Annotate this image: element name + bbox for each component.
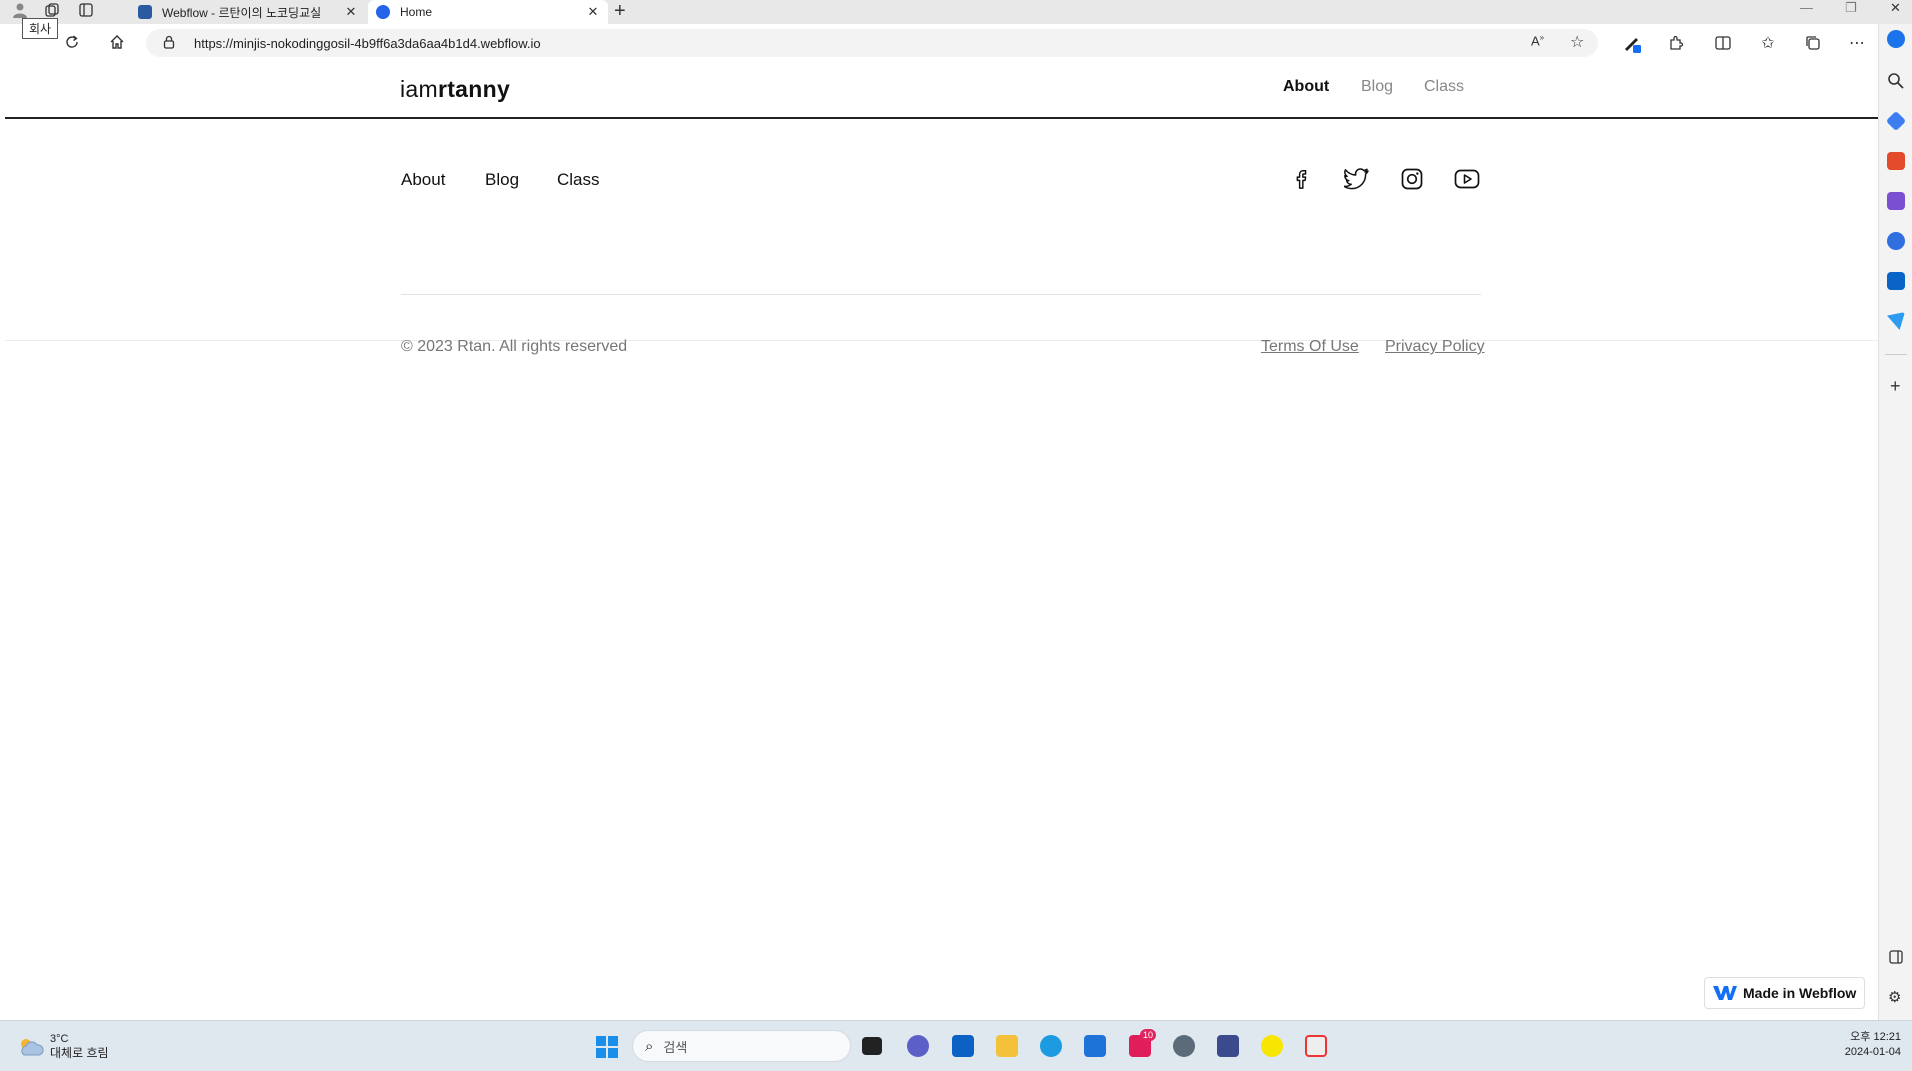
footer-divider xyxy=(401,294,1481,295)
favorites-icon[interactable]: ✩ xyxy=(1757,32,1779,54)
page-viewport: iamrtanny About Blog Class About Blog Cl… xyxy=(5,60,1878,1018)
clock-date: 2024-01-04 xyxy=(1844,1046,1901,1058)
extension-pen-icon[interactable] xyxy=(1621,32,1643,54)
weather-description: 대체로 흐림 xyxy=(50,1046,109,1060)
search-placeholder: 검색 xyxy=(663,1039,688,1055)
split-screen-icon[interactable] xyxy=(1712,32,1734,54)
more-options-icon[interactable]: ⋯ xyxy=(1846,32,1868,54)
close-icon[interactable]: ✕ xyxy=(344,4,358,20)
games-icon[interactable] xyxy=(1887,192,1905,210)
remote-desktop-icon[interactable] xyxy=(1217,1035,1239,1057)
site-logo[interactable]: iamrtanny xyxy=(400,76,510,103)
new-tab-icon[interactable]: + xyxy=(614,0,626,22)
made-in-webflow-label: Made in Webflow xyxy=(1743,985,1857,1001)
read-aloud-icon[interactable]: A» xyxy=(1531,33,1544,48)
window-close-icon[interactable]: ✕ xyxy=(1890,0,1901,16)
minimize-icon[interactable]: — xyxy=(1800,0,1813,15)
made-in-webflow-badge[interactable]: Made in Webflow xyxy=(1704,977,1865,1009)
copilot-icon[interactable] xyxy=(1887,30,1905,48)
profile-tooltip: 회사 xyxy=(22,18,59,39)
kakaotalk-icon[interactable] xyxy=(1261,1035,1283,1057)
task-view-icon[interactable] xyxy=(862,1037,882,1055)
lock-icon[interactable] xyxy=(163,35,175,54)
shopping-tag-icon[interactable] xyxy=(1885,110,1907,132)
address-toolbar: https://minjis-nokodinggosil-4b9ff6a3da6… xyxy=(0,24,1912,60)
collections-icon[interactable] xyxy=(1802,32,1824,54)
taskbar-search[interactable]: ⌕ 검색 xyxy=(632,1030,851,1062)
tab-title: Home xyxy=(400,5,433,19)
browser-tab-bar: Webflow - 르탄이의 노코딩교실 ✕ Home ✕ + — ❐ ✕ xyxy=(0,0,1912,24)
logo-bold-text: rtanny xyxy=(437,76,511,102)
facebook-icon[interactable] xyxy=(1286,164,1316,194)
site-header: iamrtanny About Blog Class xyxy=(5,60,1878,119)
tab-home[interactable]: Home ✕ xyxy=(368,0,608,24)
windows-taskbar: 3°C 대체로 흐림 ⌕ 검색 10 오후 12:21 2024-01-04 xyxy=(0,1020,1912,1071)
favorite-star-icon[interactable]: ☆ xyxy=(1570,32,1584,52)
logo-light-text: iam xyxy=(400,76,438,102)
sidebar-divider xyxy=(1885,354,1907,355)
notification-count-badge: 10 xyxy=(1140,1029,1157,1041)
youtube-icon[interactable] xyxy=(1452,164,1482,194)
mail-icon[interactable] xyxy=(1084,1035,1106,1057)
privacy-policy-link[interactable]: Privacy Policy xyxy=(1385,338,1485,356)
add-icon[interactable]: + xyxy=(1890,376,1901,397)
footer-nav-class[interactable]: Class xyxy=(557,170,600,190)
system-clock[interactable]: 오후 12:21 2024-01-04 xyxy=(1835,1030,1901,1060)
copyright-text: © 2023 Rtan. All rights reserved xyxy=(401,338,628,355)
browser-sidebar: + ⚙ xyxy=(1878,24,1912,1020)
header-nav-blog[interactable]: Blog xyxy=(1361,78,1393,96)
webflow-favicon-icon xyxy=(138,5,152,19)
close-icon[interactable]: ✕ xyxy=(586,4,600,20)
microsoft-store-icon[interactable] xyxy=(952,1035,974,1057)
tools-icon[interactable] xyxy=(1887,152,1905,170)
settings-gear-icon[interactable]: ⚙ xyxy=(1888,988,1901,1006)
settings-icon[interactable] xyxy=(1173,1035,1195,1057)
file-explorer-icon[interactable] xyxy=(996,1035,1018,1057)
header-nav-class[interactable]: Class xyxy=(1424,78,1464,96)
search-icon[interactable] xyxy=(1887,72,1905,90)
edge-browser-icon[interactable] xyxy=(1040,1035,1062,1057)
refresh-icon[interactable] xyxy=(62,32,82,52)
address-bar[interactable]: https://minjis-nokodinggosil-4b9ff6a3da6… xyxy=(146,29,1598,57)
workspaces-icon[interactable] xyxy=(42,0,62,20)
home-icon[interactable] xyxy=(107,32,127,52)
extensions-icon[interactable] xyxy=(1665,32,1687,54)
twitter-icon[interactable] xyxy=(1342,164,1372,194)
tab-title: Webflow - 르탄이의 노코딩교실 xyxy=(162,5,322,20)
footer-nav-about[interactable]: About xyxy=(401,170,445,190)
restore-icon[interactable]: ❐ xyxy=(1845,0,1857,16)
site-favicon-icon xyxy=(376,5,390,19)
weather-temperature: 3°C xyxy=(50,1033,69,1045)
windows-start-icon[interactable] xyxy=(596,1036,618,1058)
webflow-logo-icon xyxy=(1713,986,1737,1000)
url-text[interactable]: https://minjis-nokodinggosil-4b9ff6a3da6… xyxy=(194,36,541,51)
vertical-tabs-icon[interactable] xyxy=(76,0,96,20)
instagram-icon[interactable] xyxy=(1397,164,1427,194)
microsoft-365-icon[interactable] xyxy=(1887,232,1905,250)
teams-chat-icon[interactable] xyxy=(907,1035,929,1057)
terms-of-use-link[interactable]: Terms Of Use xyxy=(1261,338,1359,356)
outlook-icon[interactable] xyxy=(1887,272,1905,290)
footer-nav-blog[interactable]: Blog xyxy=(485,170,519,190)
tab-webflow[interactable]: Webflow - 르탄이의 노코딩교실 ✕ xyxy=(130,0,366,24)
send-icon[interactable] xyxy=(1887,312,1905,330)
cloudy-weather-icon xyxy=(21,1038,44,1055)
header-nav-about[interactable]: About xyxy=(1283,78,1329,96)
clock-time: 오후 12:21 xyxy=(1850,1031,1901,1043)
snipping-tool-icon[interactable] xyxy=(1305,1035,1327,1057)
weather-widget[interactable]: 3°C 대체로 흐림 xyxy=(18,1033,109,1060)
site-footer: About Blog Class © 2023 Rtan. All rights… xyxy=(5,121,1878,355)
sidebar-toggle-icon[interactable] xyxy=(1889,950,1903,969)
search-icon: ⌕ xyxy=(645,1037,654,1055)
profile-icon[interactable] xyxy=(10,0,30,20)
